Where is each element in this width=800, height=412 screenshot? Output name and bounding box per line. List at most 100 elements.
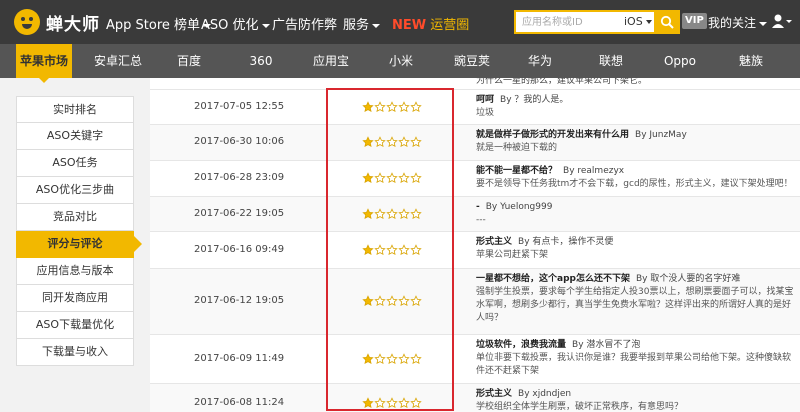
star-empty-icon	[386, 101, 398, 113]
market-tab-oppo[interactable]: Oppo	[662, 44, 698, 78]
review-title: 垃圾软件，浪费我流量	[476, 340, 567, 350]
review-date: 2017-07-05 12:55	[194, 101, 285, 112]
review-body: 苹果公司赶紧下架	[476, 250, 549, 260]
star-empty-icon	[374, 353, 386, 365]
nav-service[interactable]: 服务	[343, 14, 381, 33]
review-comment: 就是做样子做形式的开发出来有什么用 By JunzMay 就是一种被迫下载的	[476, 129, 796, 155]
star-empty-icon	[410, 136, 422, 148]
sidebar-item-downloads-revenue[interactable]: 下载量与收入	[16, 339, 134, 366]
market-tab-android-summary[interactable]: 安卓汇总	[92, 44, 144, 78]
sidebar-item-aso-download-opt[interactable]: ASO下载量优化	[16, 312, 134, 339]
market-tab-meizu[interactable]: 魅族	[736, 44, 766, 78]
nav-label: 服务	[343, 18, 370, 33]
table-row: 2017-07-05 12:55 呵呵 By ？我的人是。 垃圾	[150, 90, 800, 125]
review-author: By realmezyx	[563, 166, 625, 176]
review-author: By 潜水冒不了泡	[572, 340, 641, 350]
star-empty-icon	[410, 244, 422, 256]
search-button[interactable]	[654, 10, 680, 34]
review-author: By 有点卡，操作不灵便	[518, 237, 614, 247]
sidebar-item-aso-tasks[interactable]: ASO任务	[16, 150, 134, 177]
review-title: 一星都不想给，这个app怎么还不下架	[476, 274, 630, 284]
sidebar-item-app-info-version[interactable]: 应用信息与版本	[16, 258, 134, 285]
review-body: 单位非要下载投票，我认识你是谁？我要举报到苹果公司给他下架。这种傻缺软件还不赶紧…	[476, 353, 792, 376]
search-input[interactable]	[516, 12, 616, 32]
market-tab-apple[interactable]: 苹果市场	[16, 44, 72, 83]
star-empty-icon	[398, 101, 410, 113]
star-empty-icon	[398, 244, 410, 256]
review-title: 形式主义	[476, 389, 513, 399]
logo-text: 蝉大师	[46, 14, 100, 35]
reviews-table: 为什么一星的那么，建议苹果公司下架它。 2017-07-05 12:55 呵呵 By…	[150, 78, 800, 412]
star-filled-icon	[362, 397, 374, 409]
new-badge: NEW	[392, 18, 427, 33]
table-row: 2017-06-09 11:49 垃圾软件，浪费我流量 By 潜水冒不了泡单位非要下…	[150, 335, 800, 384]
table-row: 2017-06-22 19:05 - By Yuelong999 ---	[150, 197, 800, 232]
sidebar-item-realtime-rank[interactable]: 实时排名	[16, 96, 134, 123]
star-empty-icon	[410, 101, 422, 113]
star-filled-icon	[362, 136, 374, 148]
star-empty-icon	[386, 136, 398, 148]
review-date: 2017-06-30 10:06	[194, 136, 285, 147]
star-rating	[362, 353, 422, 365]
market-bar: 苹果市场 安卓汇总 百度 360 应用宝 小米 豌豆荚 华为 联想 Oppo 魅…	[0, 44, 800, 83]
review-date: 2017-06-12 19:05	[194, 295, 285, 306]
nav-label: ASO 优化	[201, 18, 259, 33]
vip-badge[interactable]: VIP	[682, 13, 707, 29]
sidebar-item-ratings-reviews[interactable]: 评分与评论	[16, 231, 142, 258]
market-tab-yingyongbao[interactable]: 应用宝	[310, 44, 352, 78]
star-empty-icon	[398, 208, 410, 220]
logo[interactable]: 蝉大师	[14, 8, 100, 36]
os-select-label: iOS	[624, 15, 643, 28]
review-date: 2017-06-09 11:49	[194, 353, 285, 364]
star-filled-icon	[362, 244, 374, 256]
star-empty-icon	[386, 397, 398, 409]
star-empty-icon	[386, 172, 398, 184]
os-select[interactable]: iOS	[624, 15, 652, 28]
sidebar-item-aso-three-steps[interactable]: ASO优化三步曲	[16, 177, 134, 204]
market-tab-360[interactable]: 360	[246, 44, 276, 78]
star-empty-icon	[398, 136, 410, 148]
sidebar-item-same-developer[interactable]: 同开发商应用	[16, 285, 134, 312]
review-comment: 呵呵 By ？我的人是。 垃圾	[476, 94, 796, 120]
star-empty-icon	[410, 172, 422, 184]
star-empty-icon	[398, 295, 410, 307]
review-body: 为什么一星的那么，建议苹果公司下架它。	[476, 78, 648, 86]
star-empty-icon	[398, 353, 410, 365]
nav-operations-circle[interactable]: NEW 运营圈	[392, 14, 469, 33]
market-tab-xiaomi[interactable]: 小米	[386, 44, 416, 78]
nav-anti-fraud[interactable]: 广告防作弊	[272, 14, 337, 33]
search-icon	[660, 15, 674, 29]
caret-down-icon	[261, 23, 270, 28]
star-empty-icon	[386, 295, 398, 307]
cicada-logo-icon	[14, 9, 40, 35]
caret-down-icon	[645, 20, 652, 24]
review-comment: 形式主义 By xjdndjen 学校组织全体学生刷票，破坏正常秩序，有意思吗？	[476, 388, 796, 412]
nav-app-store-rank[interactable]: App Store 榜单	[106, 14, 212, 33]
market-tab-lenovo[interactable]: 联想	[596, 44, 626, 78]
my-follow-menu[interactable]: 我的关注	[708, 14, 768, 31]
sidebar-item-aso-keywords[interactable]: ASO关键字	[16, 123, 134, 150]
review-comment: 垃圾软件，浪费我流量 By 潜水冒不了泡单位非要下载投票，我认识你是谁？我要举报到…	[476, 339, 796, 378]
review-date: 2017-06-28 23:09	[194, 172, 285, 183]
market-tab-wandoujia[interactable]: 豌豆荚	[451, 44, 493, 78]
review-title: 就是做样子做形式的开发出来有什么用	[476, 130, 630, 140]
market-tab-baidu[interactable]: 百度	[174, 44, 204, 78]
sidebar-item-competitor-compare[interactable]: 竞品对比	[16, 204, 134, 231]
table-row: 2017-06-12 19:05 一星都不想给，这个app怎么还不下架 By 取个没…	[150, 269, 800, 335]
my-follow-label: 我的关注	[708, 16, 757, 30]
star-rating	[362, 136, 422, 148]
review-comment: - By Yuelong999 ---	[476, 201, 796, 227]
sidebar: 实时排名 ASO关键字 ASO任务 ASO优化三步曲 竞品对比 评分与评论 应用…	[16, 96, 142, 366]
review-author: By JunzMay	[635, 130, 687, 140]
star-empty-icon	[410, 295, 422, 307]
star-empty-icon	[410, 208, 422, 220]
caret-down-icon	[759, 21, 768, 26]
table-row-partial: 为什么一星的那么，建议苹果公司下架它。	[150, 78, 800, 90]
top-nav: 蝉大师 App Store 榜单 ASO 优化 广告防作弊 服务 NEW 运营圈…	[0, 0, 800, 44]
star-empty-icon	[386, 353, 398, 365]
star-rating	[362, 244, 422, 256]
market-tab-huawei[interactable]: 华为	[525, 44, 555, 78]
user-menu[interactable]	[772, 13, 792, 32]
star-empty-icon	[398, 172, 410, 184]
nav-aso[interactable]: ASO 优化	[201, 14, 270, 33]
